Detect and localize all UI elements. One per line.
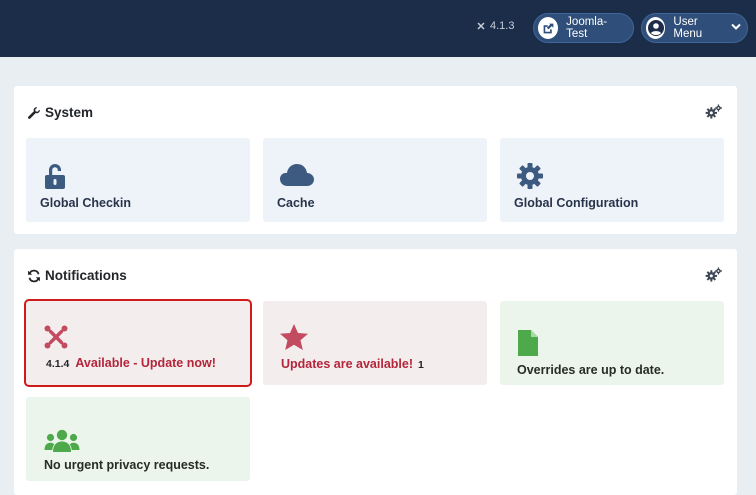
cloud-icon [279, 163, 315, 192]
update-now-link[interactable]: Available - Update now! [75, 356, 216, 370]
system-card-options-button[interactable] [705, 104, 723, 125]
user-menu-label: User Menu [673, 16, 703, 40]
privacy-requests-label: No urgent privacy requests. [44, 458, 210, 472]
header-bar: 4.1.3 Joomla-Test User Menu [0, 0, 756, 57]
user-menu-button[interactable]: User Menu [641, 13, 748, 43]
global-checkin-tile[interactable]: Global Checkin [26, 138, 250, 222]
extension-updates-label: Updates are available! 1 [281, 357, 424, 371]
new-version-number: 4.1.4 [46, 358, 70, 370]
cogs-icon [705, 267, 722, 282]
global-configuration-tile[interactable]: Global Configuration [500, 138, 724, 222]
gear-icon [516, 162, 544, 195]
global-checkin-label: Global Checkin [40, 196, 131, 210]
overrides-label: Overrides are up to date. [517, 363, 665, 377]
system-title-text: System [45, 105, 94, 120]
site-link-button[interactable]: Joomla-Test [533, 13, 634, 43]
cogs-icon [705, 104, 722, 119]
wrench-icon [28, 106, 40, 119]
user-avatar-icon [646, 17, 666, 39]
star-icon [279, 323, 309, 356]
system-card: System Global Checkin Cache Global Confi… [14, 86, 737, 234]
notifications-title-text: Notifications [45, 268, 127, 283]
version-text: 4.1.3 [490, 20, 515, 32]
notifications-card-title: Notifications [27, 268, 127, 283]
system-card-title: System [27, 105, 93, 120]
global-configuration-label: Global Configuration [514, 196, 639, 210]
users-icon [44, 429, 80, 458]
chevron-down-icon [731, 22, 741, 34]
joomla-logo-icon [477, 22, 485, 30]
extension-updates-tile[interactable]: Updates are available! 1 [263, 301, 487, 385]
updates-count: 1 [418, 359, 424, 371]
overrides-tile[interactable]: Overrides are up to date. [500, 301, 724, 385]
sync-icon [28, 269, 40, 282]
joomla-version: 4.1.3 [476, 20, 514, 32]
updates-available-text: Updates are available! [281, 357, 414, 371]
notifications-card-options-button[interactable] [705, 267, 723, 288]
external-link-icon [538, 17, 559, 39]
site-link-label: Joomla-Test [566, 16, 608, 40]
joomla-update-label: 4.1.4 Available - Update now! [46, 356, 216, 370]
joomla-update-tile[interactable]: 4.1.4 Available - Update now! [24, 299, 252, 387]
cache-label: Cache [277, 196, 315, 210]
notifications-card: Notifications 4.1.4 Available - Update no… [14, 249, 737, 495]
joomla-icon [43, 324, 69, 355]
privacy-requests-tile[interactable]: No urgent privacy requests. [26, 397, 250, 481]
file-icon [516, 329, 540, 362]
cache-tile[interactable]: Cache [263, 138, 487, 222]
unlock-icon [42, 162, 68, 195]
